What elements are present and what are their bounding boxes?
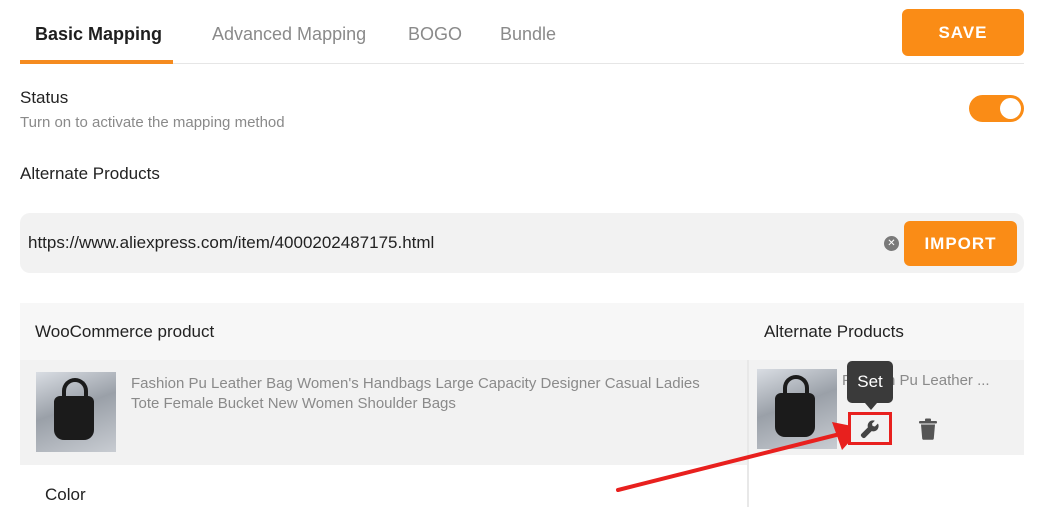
table-header: WooCommerce product Alternate Products — [20, 303, 1024, 360]
column-header-woocommerce: WooCommerce product — [35, 322, 215, 341]
set-tooltip: Set — [847, 361, 893, 403]
woocommerce-product-name: Fashion Pu Leather Bag Women's Handbags … — [131, 375, 700, 412]
active-tab-indicator — [20, 60, 173, 64]
save-button[interactable]: SAVE — [902, 9, 1024, 56]
tooltip-pointer — [865, 403, 877, 410]
product-url-value[interactable]: https://www.aliexpress.com/item/40002024… — [28, 233, 434, 253]
import-button[interactable]: IMPORT — [904, 221, 1017, 266]
tab-basic-mapping[interactable]: Basic Mapping — [35, 24, 162, 45]
column-header-alternate: Alternate Products — [764, 322, 904, 341]
wrench-icon — [860, 419, 879, 438]
set-button[interactable] — [848, 412, 892, 445]
product-thumbnail — [36, 372, 116, 452]
tab-advanced-mapping[interactable]: Advanced Mapping — [212, 24, 366, 45]
status-toggle[interactable] — [969, 95, 1024, 122]
toggle-knob — [1000, 98, 1021, 119]
mapping-tabs: Basic Mapping Advanced Mapping BOGO Bund… — [20, 0, 1024, 64]
trash-icon[interactable] — [918, 418, 938, 440]
status-description: Turn on to activate the mapping method — [20, 114, 285, 131]
close-circle-icon[interactable]: ✕ — [884, 236, 899, 251]
annotation-arrow — [616, 422, 862, 492]
tab-bogo[interactable]: BOGO — [408, 24, 462, 45]
status-title: Status — [20, 88, 69, 107]
attribute-label-color: Color — [45, 485, 86, 504]
alternate-products-title: Alternate Products — [20, 164, 160, 183]
product-url-field[interactable]: https://www.aliexpress.com/item/40002024… — [20, 213, 1024, 273]
tab-bundle[interactable]: Bundle — [500, 24, 556, 45]
